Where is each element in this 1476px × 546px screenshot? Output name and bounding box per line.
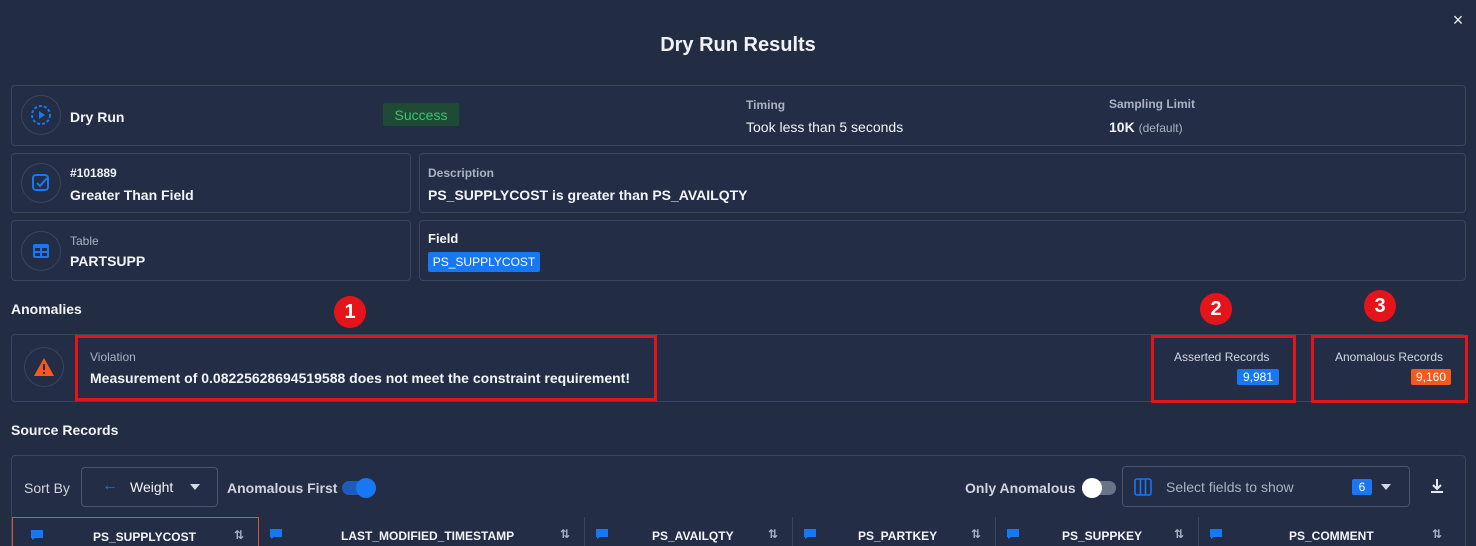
comment-icon [1210,529,1222,539]
toggle-knob [356,478,376,498]
annotation-box-asserted [1151,335,1296,403]
columns-icon [1134,478,1152,496]
anomalies-section-title: Anomalies [11,301,82,317]
chevron-down-icon [190,484,200,490]
annotation-box-anomalous [1311,335,1468,403]
column-header-label: PS_SUPPLYCOST [93,530,196,544]
sort-by-dropdown[interactable]: ← Weight [81,467,218,507]
comment-icon [804,529,816,539]
anomalous-first-label: Anomalous First [227,480,338,496]
sort-icon[interactable]: ⇅ [971,527,981,541]
column-header-last-modified-timestamp[interactable]: LAST_MODIFIED_TIMESTAMP ⇅ [259,517,585,546]
column-header-label: PS_COMMENT [1289,529,1374,543]
sampling-limit-note: (default) [1138,121,1183,135]
column-header-label: PS_PARTKEY [858,529,938,543]
sampling-limit-value: 10K (default) [1109,119,1183,135]
annotation-box-violation [75,335,657,401]
selected-fields-count: 6 [1352,479,1372,495]
sort-icon[interactable]: ⇅ [234,528,244,542]
dry-run-summary-card [11,85,1466,146]
comment-icon [270,529,282,539]
timing-value: Took less than 5 seconds [746,119,904,135]
column-header-ps-suppkey[interactable]: PS_SUPPKEY ⇅ [996,517,1199,546]
table-icon [21,231,61,271]
chevron-down-icon [1381,484,1391,490]
dialog-title: Dry Run Results [660,34,816,56]
warning-icon [34,358,54,376]
annotation-marker-3: 3 [1364,290,1396,322]
sort-by-label: Sort By [24,480,70,496]
sort-icon[interactable]: ⇅ [768,527,778,541]
comment-icon [1007,529,1019,539]
source-records-section-title: Source Records [11,422,119,438]
sort-icon[interactable]: ⇅ [560,527,570,541]
sampling-limit-number: 10K [1109,119,1135,135]
table-label: Table [70,234,99,248]
description-card [419,153,1466,213]
comment-icon [596,529,608,539]
only-anomalous-label: Only Anomalous [965,480,1076,496]
column-header-ps-supplycost[interactable]: PS_SUPPLYCOST ⇅ [12,517,259,546]
table-name: PARTSUPP [70,253,146,269]
close-icon[interactable]: × [1450,11,1466,29]
table-card [11,220,411,281]
field-card [419,220,1466,281]
anomalous-first-toggle[interactable] [342,478,376,498]
sort-icon[interactable]: ⇅ [1174,527,1184,541]
download-icon[interactable] [1428,477,1446,495]
sort-icon[interactable]: ⇅ [1432,527,1442,541]
check-id: #101889 [70,166,117,180]
sort-by-value: Weight [130,479,174,495]
check-card [11,153,411,213]
play-circle-icon [21,95,61,135]
select-fields-dropdown[interactable]: Select fields to show 6 [1122,466,1410,507]
column-header-ps-partkey[interactable]: PS_PARTKEY ⇅ [793,517,996,546]
arrow-left-icon: ← [102,477,118,494]
select-fields-placeholder: Select fields to show [1166,479,1294,495]
dry-run-label: Dry Run [70,109,125,125]
warning-icon-circle [24,347,64,387]
only-anomalous-toggle[interactable] [1082,478,1116,498]
column-header-label: PS_SUPPKEY [1062,529,1143,543]
column-header-ps-availqty[interactable]: PS_AVAILQTY ⇅ [585,517,793,546]
field-label: Field [428,231,459,246]
comment-icon [31,530,43,540]
description-label: Description [428,166,495,180]
toggle-knob [1082,478,1102,498]
annotation-marker-1: 1 [334,296,366,328]
description-text: PS_SUPPLYCOST is greater than PS_AVAILQT… [428,187,748,203]
timing-label: Timing [746,98,786,112]
annotation-marker-2: 2 [1200,293,1232,325]
field-tag: PS_SUPPLYCOST [428,252,540,272]
check-rule: Greater Than Field [70,187,194,203]
column-header-label: LAST_MODIFIED_TIMESTAMP [341,529,515,543]
column-header-label: PS_AVAILQTY [652,529,734,543]
column-header-ps-comment[interactable]: PS_COMMENT ⇅ [1199,517,1465,546]
sampling-limit-label: Sampling Limit [1109,97,1196,111]
edit-check-icon [21,163,61,203]
status-badge: Success [383,103,459,126]
